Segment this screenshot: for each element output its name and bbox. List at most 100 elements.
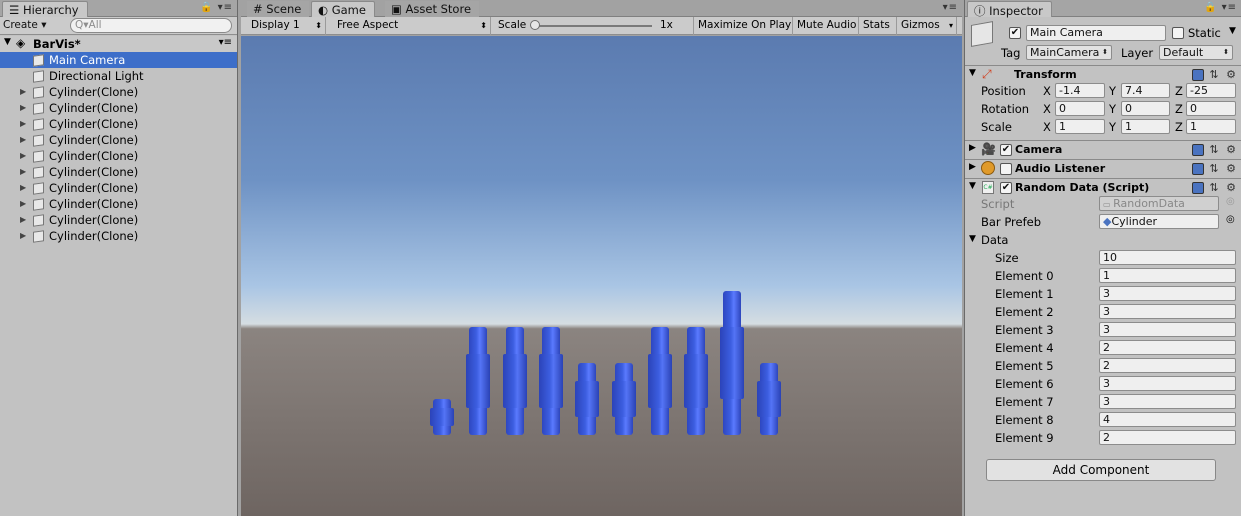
expand-arrow-icon[interactable]: ▶ xyxy=(20,148,26,164)
expand-arrow-icon[interactable]: ▶ xyxy=(20,132,26,148)
element-value-field[interactable]: 3 xyxy=(1099,322,1236,337)
slider-handle[interactable] xyxy=(530,20,540,30)
hierarchy-item-cylinder[interactable]: ▶ Cylinder(Clone) xyxy=(0,196,237,212)
object-picker-icon[interactable]: ◎ xyxy=(1226,214,1235,225)
tab-hierarchy[interactable]: ☰ Hierarchy xyxy=(2,1,88,17)
help-book-icon[interactable] xyxy=(1191,182,1204,194)
help-book-icon[interactable] xyxy=(1191,144,1204,156)
data-collapse-icon[interactable]: ▼ xyxy=(969,234,976,244)
element-value-field[interactable]: 2 xyxy=(1099,340,1236,355)
hierarchy-item-directional-light[interactable]: Directional Light xyxy=(0,68,237,84)
static-dropdown-icon[interactable]: ▼ xyxy=(1229,26,1236,36)
random-data-title: Random Data (Script) xyxy=(1015,181,1150,194)
scale-y-field[interactable]: 1 xyxy=(1121,119,1170,134)
static-checkbox[interactable] xyxy=(1172,27,1184,39)
camera-enabled-checkbox[interactable]: ✔ xyxy=(1000,144,1012,156)
collapse-arrow-icon[interactable]: ▼ xyxy=(969,181,976,191)
hierarchy-item-cylinder[interactable]: ▶ Cylinder(Clone) xyxy=(0,148,237,164)
hierarchy-item-cylinder[interactable]: ▶ Cylinder(Clone) xyxy=(0,100,237,116)
collapse-arrow-icon[interactable]: ▼ xyxy=(969,68,976,78)
element-value-field[interactable]: 3 xyxy=(1099,304,1236,319)
add-component-button[interactable]: Add Component xyxy=(986,459,1216,481)
position-x-field[interactable]: -1.4 xyxy=(1055,83,1105,98)
element-value-field[interactable]: 3 xyxy=(1099,394,1236,409)
audio-listener-header[interactable]: ▶ Audio Listener ⇅ ⚙ xyxy=(965,159,1241,177)
expand-arrow-icon[interactable]: ▶ xyxy=(969,143,976,153)
hierarchy-item-cylinder[interactable]: ▶ Cylinder(Clone) xyxy=(0,212,237,228)
search-input[interactable]: Q▾All xyxy=(70,18,232,33)
element-value-field[interactable]: 3 xyxy=(1099,286,1236,301)
tab-options-icon[interactable]: 🔒 ▾≡ xyxy=(1204,2,1237,13)
display-dropdown[interactable]: Display 1 ⬍ xyxy=(247,17,326,35)
element-value-field[interactable]: 2 xyxy=(1099,430,1236,445)
expand-arrow-icon[interactable]: ▶ xyxy=(20,196,26,212)
hierarchy-item-cylinder[interactable]: ▶ Cylinder(Clone) xyxy=(0,228,237,244)
mute-audio-toggle[interactable]: Mute Audio xyxy=(793,17,859,35)
axis-x-label: X xyxy=(1043,102,1051,116)
script-enabled-checkbox[interactable]: ✔ xyxy=(1000,182,1012,194)
camera-header[interactable]: ▶ 🎥 ✔ Camera ⇅ ⚙ xyxy=(965,140,1241,158)
collapse-arrow-icon[interactable]: ▼ xyxy=(4,37,11,47)
expand-arrow-icon[interactable]: ▶ xyxy=(20,100,26,116)
stats-toggle[interactable]: Stats xyxy=(859,17,897,35)
transform-axes-icon: ⤢ xyxy=(982,67,992,81)
element-value-field[interactable]: 4 xyxy=(1099,412,1236,427)
help-book-icon[interactable] xyxy=(1191,69,1204,81)
scale-z-field[interactable]: 1 xyxy=(1186,119,1236,134)
transform-header[interactable]: ▼ ⤢ Transform ⇅ ⚙ xyxy=(965,65,1241,83)
active-checkbox[interactable]: ✔ xyxy=(1009,27,1021,39)
rotation-y-field[interactable]: 0 xyxy=(1121,101,1170,116)
element-value: 3 xyxy=(1103,395,1110,408)
hierarchy-item-main-camera[interactable]: Main Camera xyxy=(0,52,237,68)
tab-asset-store-label: Asset Store xyxy=(405,2,472,16)
component-actions[interactable]: ⇅ ⚙ xyxy=(1191,68,1238,81)
hierarchy-item-cylinder[interactable]: ▶ Cylinder(Clone) xyxy=(0,116,237,132)
hierarchy-item-cylinder[interactable]: ▶ Cylinder(Clone) xyxy=(0,84,237,100)
audio-listener-checkbox[interactable] xyxy=(1000,163,1012,175)
create-button[interactable]: Create ▾ xyxy=(3,19,47,31)
element-value-field[interactable]: 2 xyxy=(1099,358,1236,373)
random-data-header[interactable]: ▼ C# ✔ Random Data (Script) ⇅ ⚙ xyxy=(965,178,1241,196)
element-value-field[interactable]: 3 xyxy=(1099,376,1236,391)
expand-arrow-icon[interactable]: ▶ xyxy=(20,212,26,228)
component-actions[interactable]: ⇅ ⚙ xyxy=(1191,181,1238,194)
object-name-field[interactable]: Main Camera xyxy=(1026,25,1166,41)
aspect-dropdown[interactable]: Free Aspect ⬍ xyxy=(333,17,491,35)
tab-asset-store[interactable]: ▣ Asset Store xyxy=(385,1,480,17)
expand-arrow-icon[interactable]: ▶ xyxy=(20,164,26,180)
component-actions[interactable]: ⇅ ⚙ xyxy=(1191,162,1238,175)
expand-arrow-icon[interactable]: ▶ xyxy=(20,228,26,244)
game-viewport[interactable] xyxy=(241,36,962,516)
component-actions[interactable]: ⇅ ⚙ xyxy=(1191,143,1238,156)
position-y-field[interactable]: 7.4 xyxy=(1121,83,1170,98)
gizmos-dropdown[interactable]: Gizmos ▾ xyxy=(897,17,957,35)
tag-dropdown[interactable]: MainCamera ⬍ xyxy=(1026,45,1112,60)
tab-options-icon[interactable]: ▾≡ xyxy=(943,2,958,13)
scale-slider[interactable]: Scale 1x xyxy=(494,17,694,35)
expand-arrow-icon[interactable]: ▶ xyxy=(20,180,26,196)
cylinder-bar xyxy=(538,327,563,435)
expand-arrow-icon[interactable]: ▶ xyxy=(969,162,976,172)
tab-scene[interactable]: # Scene xyxy=(247,1,310,17)
hierarchy-item-cylinder[interactable]: ▶ Cylinder(Clone) xyxy=(0,132,237,148)
scene-row[interactable]: ▼ ◈ BarVis* ▾≡ xyxy=(0,36,237,52)
hierarchy-item-cylinder[interactable]: ▶ Cylinder(Clone) xyxy=(0,180,237,196)
expand-arrow-icon[interactable]: ▶ xyxy=(20,116,26,132)
slider-track[interactable] xyxy=(532,25,652,27)
expand-arrow-icon[interactable]: ▶ xyxy=(20,84,26,100)
tab-options-icon[interactable]: 🔒 ▾≡ xyxy=(200,2,233,13)
help-book-icon[interactable] xyxy=(1191,163,1204,175)
position-z-field[interactable]: -25 xyxy=(1186,83,1236,98)
rotation-x-field[interactable]: 0 xyxy=(1055,101,1105,116)
maximize-on-play-toggle[interactable]: Maximize On Play xyxy=(694,17,793,35)
tab-game[interactable]: ◐ Game xyxy=(311,1,375,17)
tab-inspector[interactable]: ⓘ Inspector xyxy=(967,1,1052,18)
prefab-field[interactable]: ◆Cylinder xyxy=(1099,214,1219,229)
scene-menu-icon[interactable]: ▾≡ xyxy=(219,37,232,48)
rotation-z-field[interactable]: 0 xyxy=(1186,101,1236,116)
size-field[interactable]: 10 xyxy=(1099,250,1236,265)
element-value-field[interactable]: 1 xyxy=(1099,268,1236,283)
hierarchy-item-cylinder[interactable]: ▶ Cylinder(Clone) xyxy=(0,164,237,180)
scale-x-field[interactable]: 1 xyxy=(1055,119,1105,134)
layer-dropdown[interactable]: Default ⬍ xyxy=(1159,45,1233,60)
